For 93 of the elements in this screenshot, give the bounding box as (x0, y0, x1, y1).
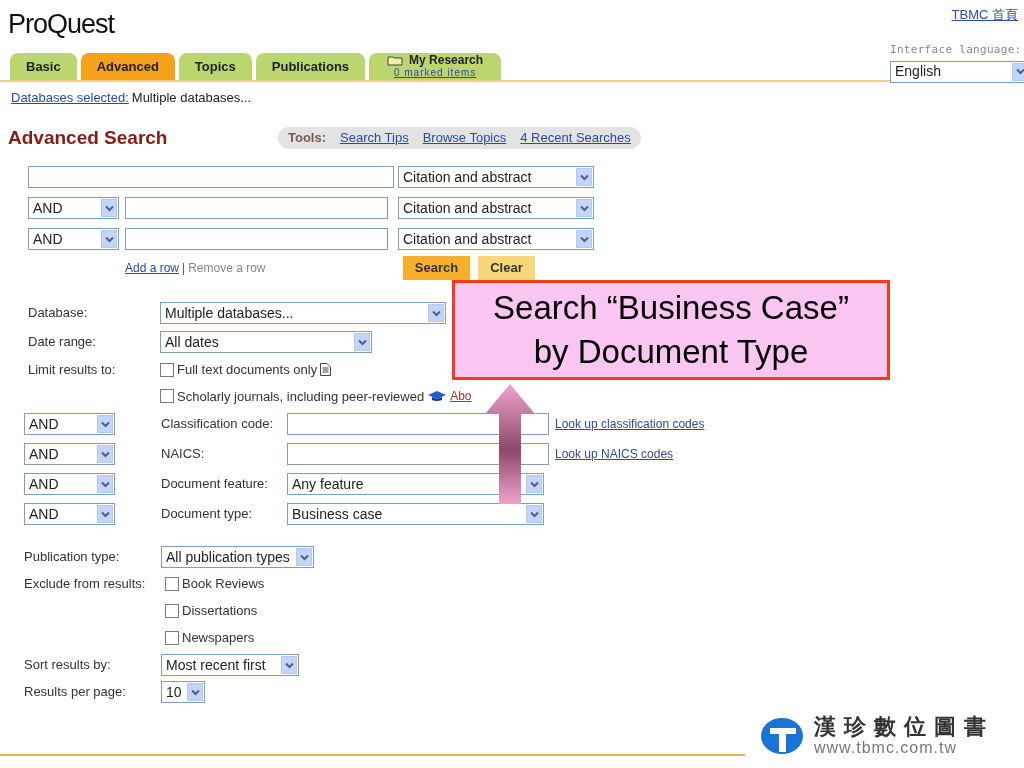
checkbox-label: Scholarly journals, including peer-reviewed (177, 387, 425, 406)
field-dropdown[interactable]: Citation and abstract (398, 228, 594, 250)
language-dropdown[interactable]: English (890, 60, 1024, 83)
tab-label[interactable]: My Research (409, 55, 484, 66)
chevron-down-icon (284, 661, 294, 669)
callout-text: Search “Business Case” (493, 288, 849, 328)
chevron-down-icon (299, 553, 309, 561)
criteria-dropdown[interactable]: Any feature (287, 473, 544, 495)
chevron-down-icon (357, 338, 367, 346)
tab[interactable]: Topics (178, 53, 252, 80)
logo-name: 漢珍數位圖書 (814, 716, 994, 738)
field-label: Publication type: (24, 548, 121, 567)
operator-dropdown[interactable]: AND (24, 503, 115, 525)
field-label: Exclude from results: (24, 575, 147, 594)
chevron-down-icon (579, 173, 589, 181)
marked-items-link[interactable]: 0 marked items (393, 67, 477, 78)
tools-link[interactable]: 4 Recent Searches (520, 128, 631, 148)
field-label: Document type: (161, 505, 254, 524)
add-row-link[interactable]: Add a row (125, 259, 180, 277)
publication-type-dropdown[interactable]: All publication types (161, 546, 314, 568)
checkbox-label: Book Reviews (182, 575, 265, 594)
separator: | (182, 260, 186, 277)
checkbox[interactable] (160, 362, 174, 377)
field-label: Classification code: (161, 415, 274, 434)
search-button[interactable]: Search (403, 256, 470, 280)
remove-row-link[interactable]: Remove a row (188, 259, 266, 277)
field-label: Limit results to: (28, 361, 117, 379)
field-label: NAICS: (161, 445, 206, 464)
logo-url: www.tbmc.com.tw (814, 740, 958, 756)
page-heading: Advanced Search (8, 125, 169, 150)
field-label: Date range: (28, 333, 97, 352)
field-dropdown[interactable]: Citation and abstract (398, 166, 594, 188)
chevron-down-icon (104, 235, 114, 243)
chevron-down-icon (529, 510, 539, 518)
field-label: Database: (28, 304, 89, 323)
field-label: Sort results by: (24, 656, 112, 675)
callout-text: by Document Type (533, 332, 809, 372)
checkbox[interactable] (160, 389, 174, 404)
checkbox[interactable] (165, 604, 179, 618)
operator-dropdown[interactable]: AND (28, 197, 119, 219)
tab[interactable]: Basic (10, 53, 77, 80)
text-field[interactable] (287, 413, 549, 435)
tools-label: Tools: (288, 129, 327, 147)
tab[interactable]: Publications (255, 53, 366, 80)
chevron-down-icon (100, 420, 110, 428)
per-page-dropdown[interactable]: 10 (161, 681, 205, 703)
tools-link[interactable]: Search Tips (340, 128, 409, 148)
checkbox-label: Full text documents only (177, 361, 318, 379)
tools-link[interactable]: Browse Topics (422, 128, 507, 148)
chevron-down-icon (190, 688, 200, 696)
sort-dropdown[interactable]: Most recent first (161, 654, 299, 676)
tab[interactable]: My Research 0 marked items (369, 53, 502, 80)
checkbox-label: Newspapers (182, 629, 255, 648)
checkbox[interactable] (165, 577, 179, 591)
text-field[interactable] (125, 228, 388, 250)
date-range-dropdown[interactable]: All dates (160, 331, 372, 353)
about-link[interactable]: Abo (450, 387, 472, 406)
graduation-cap-icon (427, 390, 448, 403)
chevron-down-icon (100, 510, 110, 518)
text-field[interactable] (287, 443, 549, 465)
text-field[interactable] (28, 166, 394, 188)
operator-dropdown[interactable]: AND (28, 228, 119, 250)
chevron-down-icon (431, 309, 441, 317)
criteria-dropdown[interactable]: Business case (287, 503, 544, 525)
tab[interactable]: Advanced (80, 53, 175, 80)
text-field[interactable] (125, 197, 388, 219)
databases-value: Multiple databases... (131, 89, 252, 107)
logo-mark-icon (760, 717, 804, 755)
databases-link[interactable]: Databases selected: (11, 88, 129, 108)
field-label: Results per page: (24, 683, 127, 702)
checkbox[interactable] (165, 631, 179, 645)
chevron-down-icon (579, 204, 589, 212)
field-dropdown[interactable]: Citation and abstract (398, 197, 594, 219)
clear-button[interactable]: Clear (478, 256, 535, 280)
checkbox-label: Dissertations (182, 602, 258, 621)
chevron-down-icon (100, 450, 110, 458)
lookup-link[interactable]: Look up NAICS codes (555, 445, 674, 463)
database-dropdown[interactable]: Multiple databases... (160, 302, 446, 324)
language-label: Interface language: (890, 42, 1023, 58)
operator-dropdown[interactable]: AND (24, 443, 115, 465)
chevron-down-icon (529, 480, 539, 488)
chevron-down-icon (100, 480, 110, 488)
chevron-down-icon (579, 235, 589, 243)
chevron-down-icon (104, 204, 114, 212)
document-icon (320, 363, 332, 377)
proquest-logo[interactable]: ProQuest (8, 4, 115, 45)
operator-dropdown[interactable]: AND (24, 473, 115, 495)
field-label: Document feature: (161, 475, 269, 494)
folder-icon (387, 55, 406, 66)
lookup-link[interactable]: Look up classification codes (555, 415, 705, 433)
home-link[interactable]: TBMC 首頁 (951, 5, 1018, 25)
operator-dropdown[interactable]: AND (24, 413, 115, 435)
chevron-down-icon (1015, 68, 1024, 75)
